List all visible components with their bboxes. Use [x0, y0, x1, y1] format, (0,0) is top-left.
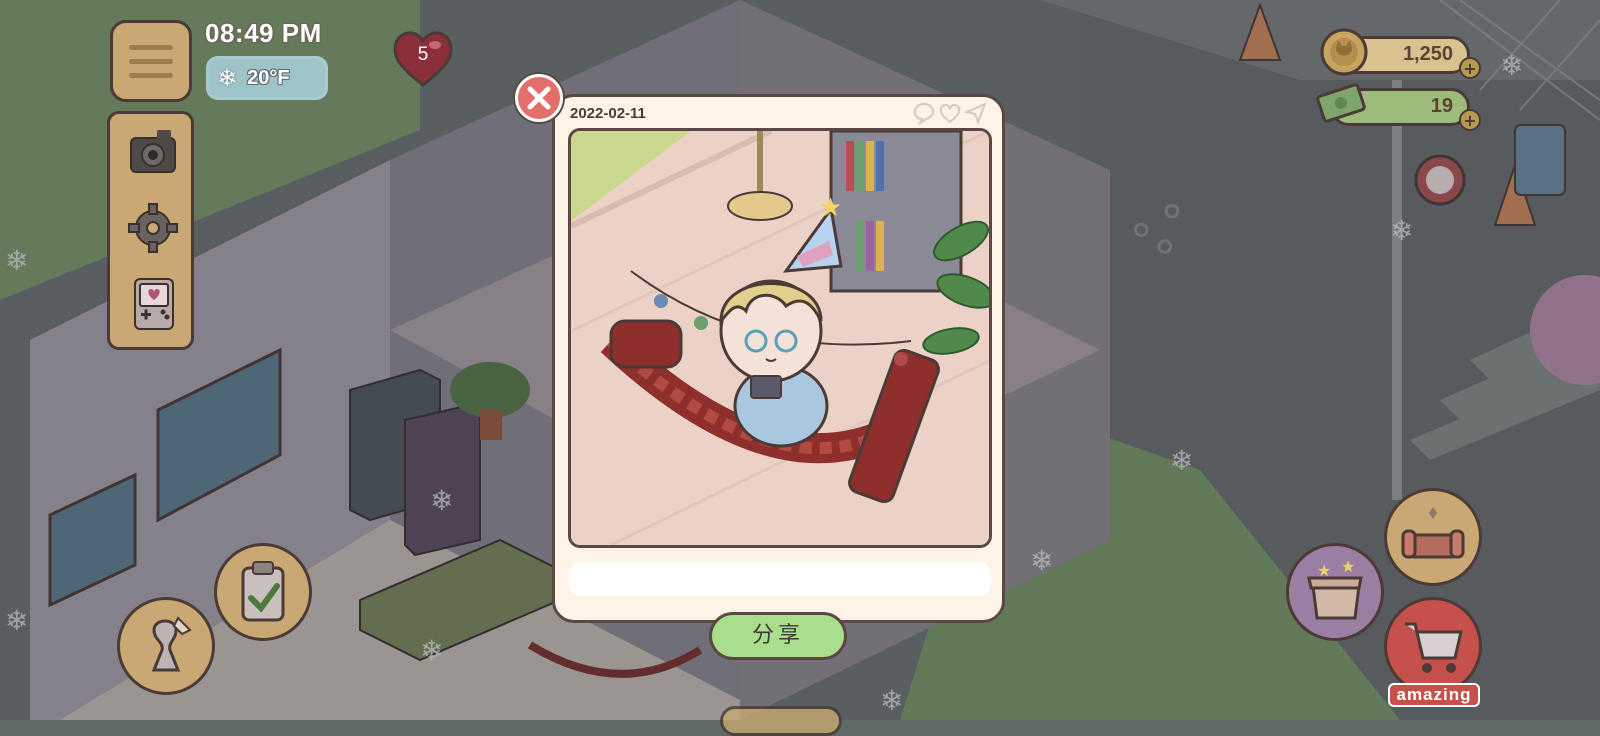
- photo-actions: [912, 101, 988, 125]
- heart-count: 5: [417, 44, 429, 65]
- handheld-console-icon[interactable]: [123, 274, 183, 334]
- clock-time: 08:49 PM: [205, 18, 322, 48]
- coin-amount: 1,250: [1402, 43, 1453, 65]
- comment-icon[interactable]: [912, 101, 936, 125]
- photo-image: ★: [568, 128, 992, 548]
- svg-text:❄: ❄: [5, 604, 28, 637]
- close-icon: [527, 86, 551, 110]
- svg-text:❄: ❄: [1390, 214, 1413, 247]
- send-icon[interactable]: [964, 101, 988, 125]
- brush-icon: [151, 616, 192, 672]
- cash-icon: [1316, 83, 1366, 123]
- side-toolbar: [107, 111, 194, 350]
- gift-box-icon: ★ ★: [1307, 557, 1363, 620]
- svg-text:❄: ❄: [880, 684, 903, 717]
- furniture-mode-button[interactable]: [1384, 488, 1482, 586]
- photo-card-modal: 2022-02-11 ★: [552, 94, 1005, 623]
- menu-line: [129, 44, 173, 50]
- menu-line: [129, 72, 173, 78]
- svg-text:❄: ❄: [5, 244, 28, 277]
- svg-text:★: ★: [1341, 557, 1355, 576]
- gift-box-button[interactable]: ★ ★: [1286, 543, 1384, 641]
- clipboard-check-icon: [241, 561, 285, 622]
- edit-character-button[interactable]: [117, 597, 215, 695]
- sofa-icon: [1401, 507, 1465, 559]
- shop-cart-button[interactable]: [1384, 597, 1482, 695]
- share-button[interactable]: 分享: [709, 612, 847, 660]
- shop-badge: amazing: [1388, 683, 1480, 707]
- snowflake-icon: ❄: [217, 64, 238, 92]
- cat-coin-icon: [1320, 28, 1368, 76]
- photo-caption-input[interactable]: [569, 562, 991, 596]
- heart-outline-icon[interactable]: [938, 101, 962, 125]
- menu-line: [129, 58, 173, 64]
- weather-badge: ❄ 20°F: [206, 56, 328, 100]
- svg-text:❄: ❄: [420, 634, 443, 667]
- svg-text:❄: ❄: [1500, 49, 1523, 82]
- tasks-clipboard-button[interactable]: [214, 543, 312, 641]
- svg-text:★: ★: [1317, 561, 1331, 580]
- hamburger-menu-button[interactable]: [110, 20, 192, 102]
- svg-text:❄: ❄: [1030, 544, 1053, 577]
- hammock-character-photo: ★: [571, 131, 989, 545]
- shopping-cart-icon: [1405, 622, 1463, 673]
- gear-icon[interactable]: [123, 198, 183, 258]
- svg-text:❄: ❄: [1170, 444, 1193, 477]
- svg-text:❄: ❄: [430, 484, 453, 517]
- photo-date: 2022-02-11: [570, 105, 646, 122]
- add-cash-button[interactable]: +: [1459, 109, 1481, 131]
- camera-icon[interactable]: [123, 122, 183, 182]
- temperature-value: 20°F: [247, 66, 290, 89]
- bottom-tab-stub: [720, 706, 842, 736]
- cash-amount: 19: [1430, 95, 1453, 117]
- svg-text:★: ★: [819, 193, 842, 223]
- close-button[interactable]: [515, 74, 563, 122]
- add-coins-button[interactable]: +: [1459, 57, 1481, 79]
